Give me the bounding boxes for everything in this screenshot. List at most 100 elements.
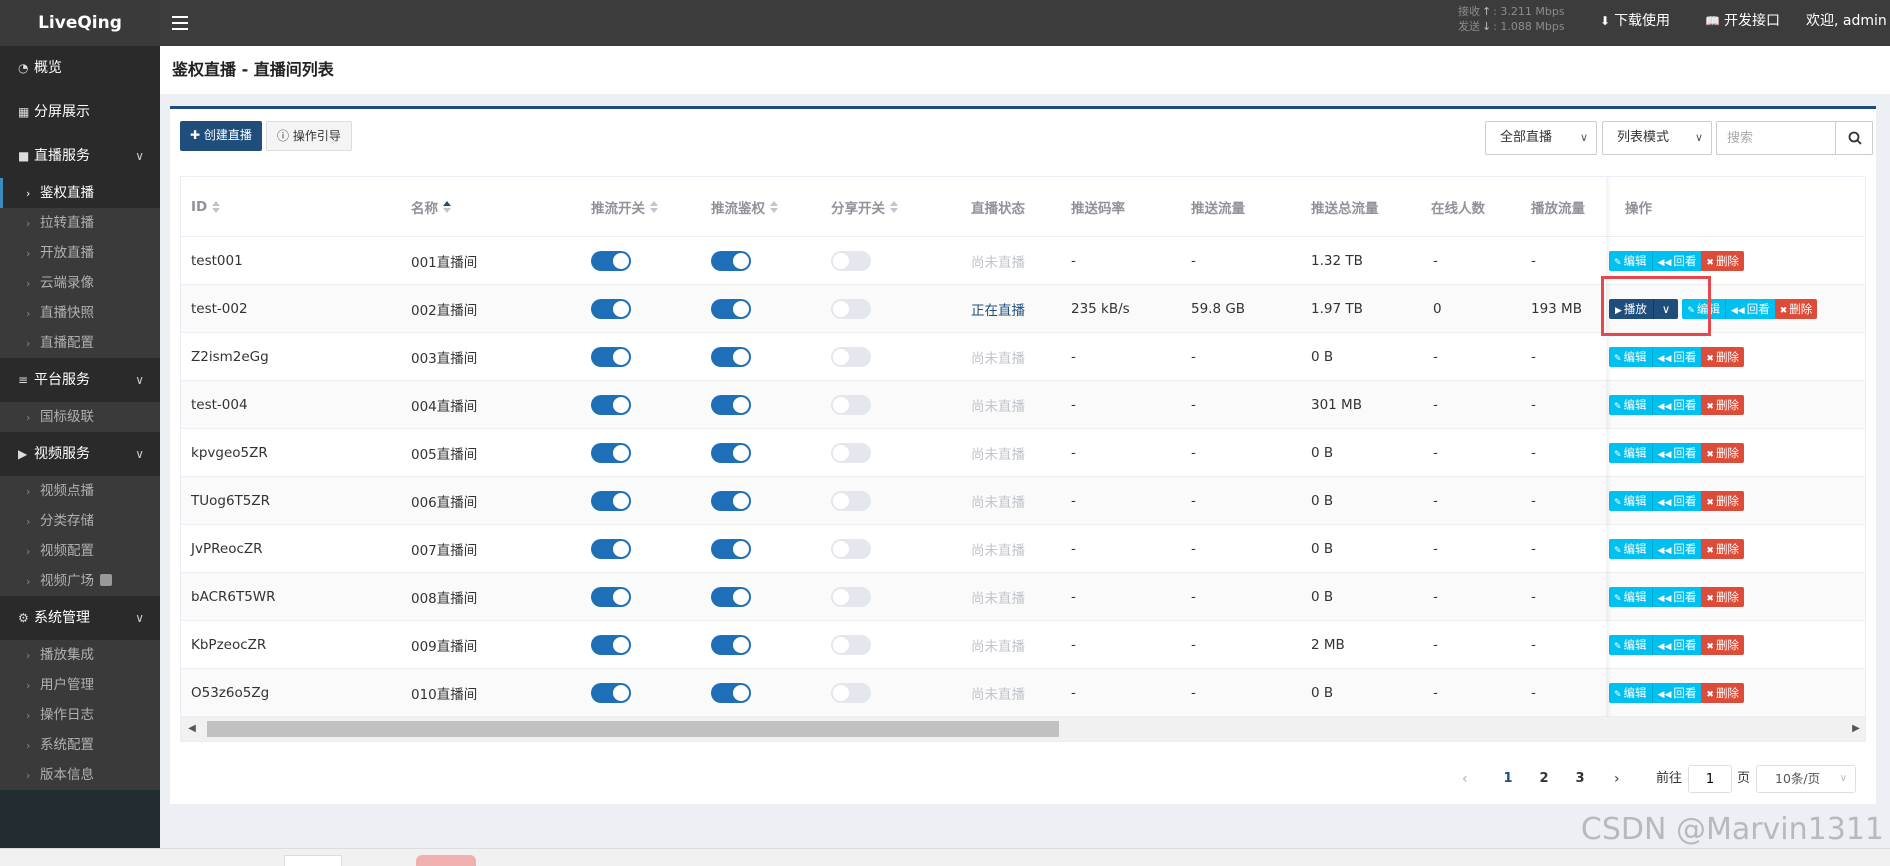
goto-page-input[interactable] <box>1688 765 1732 793</box>
sidebar-item-live-config[interactable]: › 直播配置 <box>0 328 160 358</box>
push-auth-toggle[interactable] <box>711 298 751 319</box>
edit-button[interactable]: ✎ 编辑 <box>1609 346 1652 367</box>
sidebar-item-gb-cascade[interactable]: › 国标级联 <box>0 402 160 432</box>
push-auth-toggle[interactable] <box>711 586 751 607</box>
search-button[interactable] <box>1835 121 1873 155</box>
page-size-select[interactable]: 10条/页 ∨ <box>1756 765 1856 793</box>
edit-button[interactable]: ✎ 编辑 <box>1609 490 1652 511</box>
sidebar-item-auth-live[interactable]: › 鉴权直播 <box>0 178 160 208</box>
sidebar-group-platform-service[interactable]: ≡ 平台服务 ∨ <box>0 358 160 402</box>
cell-status[interactable]: 正在直播 <box>971 285 1025 332</box>
edit-button[interactable]: ✎ 编辑 <box>1609 586 1652 607</box>
sidebar-item-open-live[interactable]: › 开放直播 <box>0 238 160 268</box>
sidebar-item-category-storage[interactable]: › 分类存储 <box>0 506 160 536</box>
delete-button[interactable]: ✖ 删除 <box>1701 538 1744 559</box>
push-switch-toggle[interactable] <box>591 250 631 271</box>
page-1[interactable]: 1 <box>1498 765 1518 793</box>
sidebar-item-vod[interactable]: › 视频点播 <box>0 476 160 506</box>
push-auth-toggle[interactable] <box>711 394 751 415</box>
sidebar-item-user-mgmt[interactable]: › 用户管理 <box>0 670 160 700</box>
sidebar-item-play-integration[interactable]: › 播放集成 <box>0 640 160 670</box>
bottom-tab[interactable] <box>284 855 342 866</box>
delete-button[interactable]: ✖ 删除 <box>1701 394 1744 415</box>
push-auth-toggle[interactable] <box>711 682 751 703</box>
push-switch-toggle[interactable] <box>591 586 631 607</box>
next-page-icon[interactable]: › <box>1614 765 1620 793</box>
replay-button[interactable]: ◀◀ 回看 <box>1651 682 1702 703</box>
push-switch-toggle[interactable] <box>591 394 631 415</box>
replay-button[interactable]: ◀◀ 回看 <box>1651 442 1702 463</box>
push-switch-toggle[interactable] <box>591 346 631 367</box>
push-auth-toggle[interactable] <box>711 250 751 271</box>
scrollbar-thumb[interactable] <box>207 721 1059 737</box>
share-switch-toggle[interactable] <box>831 586 871 607</box>
scroll-left-icon[interactable]: ◀ <box>185 721 199 737</box>
share-switch-toggle[interactable] <box>831 298 871 319</box>
page-3[interactable]: 3 <box>1570 765 1590 793</box>
delete-button[interactable]: ✖ 删除 <box>1774 298 1818 319</box>
page-2[interactable]: 2 <box>1534 765 1554 793</box>
prev-page-icon[interactable]: ‹ <box>1462 765 1468 793</box>
edit-button[interactable]: ✎ 编辑 <box>1682 298 1725 319</box>
delete-button[interactable]: ✖ 删除 <box>1701 586 1744 607</box>
sidebar-item-op-log[interactable]: › 操作日志 <box>0 700 160 730</box>
push-switch-toggle[interactable] <box>591 634 631 655</box>
sidebar-item-overview[interactable]: ◔ 概览 <box>0 46 160 90</box>
brand-logo[interactable]: LiveQing <box>0 0 160 46</box>
share-switch-toggle[interactable] <box>831 346 871 367</box>
share-switch-toggle[interactable] <box>831 490 871 511</box>
filter-select[interactable]: 全部直播 ∨ <box>1485 121 1597 155</box>
edit-button[interactable]: ✎ 编辑 <box>1609 394 1652 415</box>
edit-button[interactable]: ✎ 编辑 <box>1609 538 1652 559</box>
replay-button[interactable]: ◀◀ 回看 <box>1651 346 1702 367</box>
sidebar-item-version-info[interactable]: › 版本信息 <box>0 760 160 790</box>
share-switch-toggle[interactable] <box>831 682 871 703</box>
push-auth-toggle[interactable] <box>711 442 751 463</box>
edit-button[interactable]: ✎ 编辑 <box>1609 634 1652 655</box>
delete-button[interactable]: ✖ 删除 <box>1701 442 1744 463</box>
create-live-button[interactable]: ✚ 创建直播 <box>180 121 262 151</box>
delete-button[interactable]: ✖ 删除 <box>1701 634 1744 655</box>
delete-button[interactable]: ✖ 删除 <box>1701 250 1744 271</box>
play-button[interactable]: ▶ 播放 <box>1609 298 1653 319</box>
horizontal-scrollbar[interactable]: ◀ ▶ <box>181 717 1865 741</box>
replay-button[interactable]: ◀◀ 回看 <box>1651 394 1702 415</box>
col-id[interactable]: ID <box>191 177 221 236</box>
edit-button[interactable]: ✎ 编辑 <box>1609 250 1652 271</box>
sidebar-item-pull-live[interactable]: › 拉转直播 <box>0 208 160 238</box>
delete-button[interactable]: ✖ 删除 <box>1701 682 1744 703</box>
guide-button[interactable]: ⓘ 操作引导 <box>266 121 352 151</box>
menu-toggle-icon[interactable] <box>172 12 188 34</box>
replay-button[interactable]: ◀◀ 回看 <box>1651 538 1702 559</box>
sidebar-item-live-snapshot[interactable]: › 直播快照 <box>0 298 160 328</box>
api-link[interactable]: 📖 开发接口 <box>1705 0 1780 42</box>
edit-button[interactable]: ✎ 编辑 <box>1609 682 1652 703</box>
download-link[interactable]: ⬇ 下载使用 <box>1600 0 1670 42</box>
edit-button[interactable]: ✎ 编辑 <box>1609 442 1652 463</box>
sidebar-item-split-screen[interactable]: ▦ 分屏展示 <box>0 90 160 134</box>
replay-button[interactable]: ◀◀ 回看 <box>1724 298 1775 319</box>
push-switch-toggle[interactable] <box>591 538 631 559</box>
delete-button[interactable]: ✖ 删除 <box>1701 346 1744 367</box>
replay-button[interactable]: ◀◀ 回看 <box>1651 634 1702 655</box>
push-switch-toggle[interactable] <box>591 442 631 463</box>
view-mode-select[interactable]: 列表模式 ∨ <box>1602 121 1712 155</box>
push-switch-toggle[interactable] <box>591 682 631 703</box>
sidebar-item-cloud-record[interactable]: › 云端录像 <box>0 268 160 298</box>
sidebar-group-system-mgmt[interactable]: ⚙ 系统管理 ∨ <box>0 596 160 640</box>
col-push-auth[interactable]: 推流鉴权 <box>711 177 778 236</box>
push-auth-toggle[interactable] <box>711 490 751 511</box>
push-switch-toggle[interactable] <box>591 490 631 511</box>
share-switch-toggle[interactable] <box>831 250 871 271</box>
scroll-right-icon[interactable]: ▶ <box>1849 721 1863 737</box>
replay-button[interactable]: ◀◀ 回看 <box>1651 490 1702 511</box>
push-switch-toggle[interactable] <box>591 298 631 319</box>
share-switch-toggle[interactable] <box>831 442 871 463</box>
delete-button[interactable]: ✖ 删除 <box>1701 490 1744 511</box>
col-share-switch[interactable]: 分享开关 <box>831 177 898 236</box>
share-switch-toggle[interactable] <box>831 394 871 415</box>
play-dropdown-button[interactable]: ∨ <box>1652 298 1679 319</box>
col-push-switch[interactable]: 推流开关 <box>591 177 658 236</box>
push-auth-toggle[interactable] <box>711 538 751 559</box>
push-auth-toggle[interactable] <box>711 346 751 367</box>
